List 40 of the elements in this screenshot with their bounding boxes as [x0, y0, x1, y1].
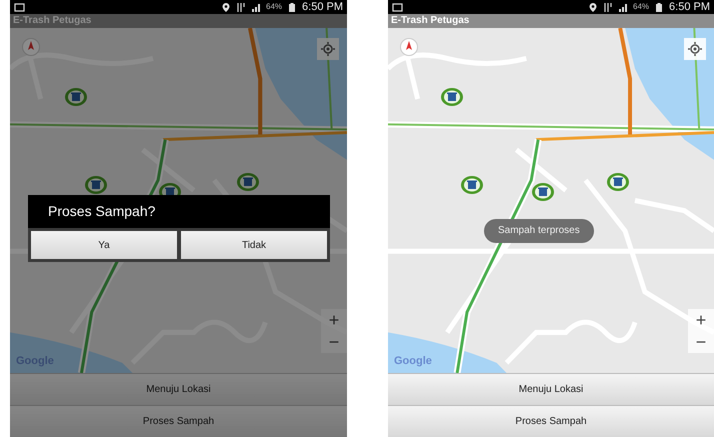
trash-bin-marker-icon	[84, 174, 108, 194]
trash-bin-marker-icon	[64, 86, 88, 106]
zoom-out-button[interactable]: −	[688, 331, 714, 353]
signal-icon	[251, 2, 262, 12]
zoom-in-button[interactable]: +	[321, 309, 347, 331]
map-attribution: Google	[394, 354, 432, 368]
network-type-icon	[236, 2, 246, 12]
dialog-button[interactable]: Tidak	[181, 231, 327, 259]
signal-icon	[618, 2, 628, 12]
action-button[interactable]: Proses Sampah	[10, 405, 347, 437]
zoom-in-button[interactable]: +	[688, 309, 714, 331]
action-button[interactable]: Proses Sampah	[388, 405, 714, 437]
status-time: 6:50 PM	[669, 2, 710, 12]
status-time: 6:50 PM	[302, 2, 343, 12]
target-icon	[321, 42, 335, 56]
action-button[interactable]: Menuju Lokasi	[388, 373, 714, 405]
action-button[interactable]: Menuju Lokasi	[10, 373, 347, 405]
battery-icon	[287, 2, 298, 12]
my-location-button[interactable]	[684, 38, 706, 60]
notification-icon	[392, 2, 403, 12]
app-title: E-Trash Petugas	[10, 14, 347, 28]
target-icon	[688, 42, 702, 56]
dialog-button[interactable]: Ya	[31, 231, 177, 259]
toast-message: Sampah terproses	[484, 219, 594, 243]
network-type-icon	[603, 2, 614, 12]
zoom-out-button[interactable]: −	[321, 331, 347, 353]
compass-icon	[22, 38, 40, 56]
my-location-button[interactable]	[317, 38, 339, 60]
app-title: E-Trash Petugas	[388, 14, 714, 28]
trash-bin-marker-icon	[606, 170, 630, 191]
trash-bin-marker-icon	[236, 170, 260, 191]
notification-icon	[14, 2, 25, 12]
trash-bin-marker-icon	[460, 174, 484, 194]
trash-bin-marker-icon	[531, 181, 556, 201]
dialog-title: Proses Sampah?	[28, 195, 330, 228]
battery-percentage: 64%	[633, 3, 650, 11]
battery-icon	[654, 2, 664, 12]
battery-percentage: 64%	[266, 3, 282, 11]
compass-icon	[400, 38, 418, 56]
trash-bin-marker-icon	[440, 86, 464, 106]
